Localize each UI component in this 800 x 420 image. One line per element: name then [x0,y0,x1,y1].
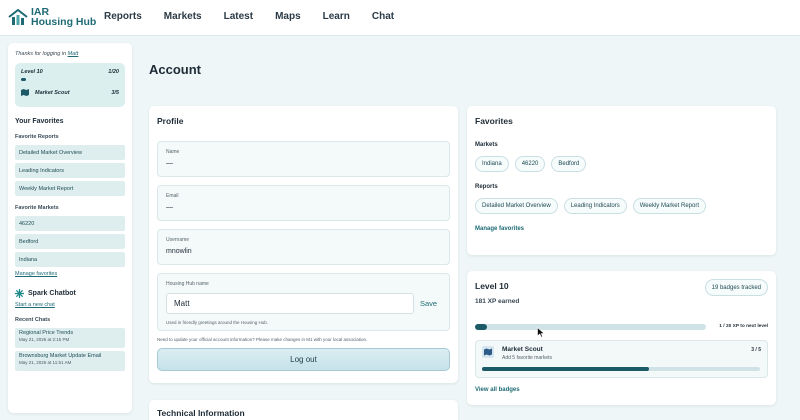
scout-label: Market Scout [35,89,70,96]
level-row: Level 10 1/20 [21,69,119,75]
favorite-markets-heading: Favorite Markets [15,205,59,211]
housing-hub-name-input[interactable]: Matt [166,293,414,314]
nav-chat[interactable]: Chat [372,11,394,22]
level-progress-fill [21,78,26,81]
favorites-heading: Your Favorites [15,118,64,125]
badge-progress-bar [482,367,760,371]
new-chat-link[interactable]: Start a new chat [15,302,125,308]
email-field: Email — [157,185,450,221]
brand-name: IAR Housing Hub [31,7,97,28]
recent-chats-heading: Recent Chats [15,317,51,323]
xp-earned: 181 XP earned [475,298,520,305]
map-icon [482,346,494,358]
fav-report-item[interactable]: Leading Indicators [15,163,125,178]
view-all-badges-link[interactable]: View all badges [475,387,520,393]
username-value: mnowlin [166,248,192,255]
badge-progress-fill [482,367,649,371]
house-logo-icon [8,8,28,25]
spark-chatbot-label: Spark Chatbot [28,290,76,297]
market-pill[interactable]: 46220 [514,156,546,172]
fav-market-item[interactable]: 46220 [15,216,125,231]
fav-market-item[interactable]: Bedford [15,234,125,249]
page-title: Account [149,62,201,77]
badge-count: 3 / 5 [751,347,761,353]
brand-logo[interactable]: IAR Housing Hub [8,7,96,27]
scout-row: Market Scout 3/5 [21,89,119,96]
housing-hub-name-label: Housing Hub name [166,281,209,287]
mouse-cursor-icon [537,327,545,338]
spark-chatbot-heading: Spark Chatbot [15,289,125,298]
recent-chat-item[interactable]: Brownsburg Market Update Email May 21, 2… [15,351,125,371]
favorites-reports-heading: Reports [475,184,498,190]
thanks-prefix: Thanks for logging in [15,51,67,57]
badge-title: Market Scout [502,346,543,353]
report-pill[interactable]: Detailed Market Overview [475,198,558,214]
favorites-markets-heading: Markets [475,142,498,148]
report-pill[interactable]: Leading Indicators [563,198,627,214]
badges-tracked-button[interactable]: 19 badges tracked [704,279,768,296]
recent-chat-item[interactable]: Regional Price Trends May 21, 2026 at 2:… [15,328,125,348]
update-info-note: Need to update your official account inf… [157,337,368,342]
nav-reports[interactable]: Reports [104,11,142,22]
level-label: Level 10 [21,69,43,75]
xp-progress-bar [475,324,706,330]
username-field: Username mnowlin [157,229,450,265]
thanks-message: Thanks for logging in Matt [15,51,125,57]
xp-to-next-level: 1 / 20 XP to next level [719,324,768,329]
name-label: Name [166,149,180,155]
sidebar: Thanks for logging in Matt Level 10 1/20… [8,43,132,413]
nav-markets[interactable]: Markets [164,11,202,22]
favorite-markets-pills: Indiana 46220 Bedford [475,156,768,172]
save-button[interactable]: Save [420,299,437,308]
xp-progress-fill [475,324,487,330]
name-field: Name — [157,141,450,177]
map-icon [21,89,29,96]
manage-favorites-link[interactable]: Manage favorites [15,271,125,277]
recent-chat-title: Brownsburg Market Update Email [19,353,102,359]
nav-links: Reports Markets Latest Maps Learn Chat [104,11,416,22]
fav-market-item[interactable]: Indiana [15,252,125,267]
nav-latest[interactable]: Latest [224,11,253,22]
brand-line2: Housing Hub [31,16,97,28]
fav-report-item[interactable]: Detailed Market Overview [15,145,125,160]
manage-favorites-link[interactable]: Manage favorites [475,226,768,232]
nav-maps[interactable]: Maps [275,11,301,22]
housing-hub-name-field: Housing Hub name Matt Save Used in frien… [157,273,450,331]
logout-button[interactable]: Log out [157,348,450,371]
favorite-reports-pills: Detailed Market Overview Leading Indicat… [475,198,768,214]
report-pill[interactable]: Weekly Market Report [632,198,706,214]
spark-icon [15,289,24,298]
technical-information-heading: Technical Information [157,408,245,418]
technical-information-card: Technical Information [149,400,458,420]
fav-report-item[interactable]: Weekly Market Report [15,181,125,196]
favorites-card: Favorites Markets Indiana 46220 Bedford … [467,106,776,255]
profile-card: Profile Name — Email — Username mnowlin … [149,106,458,383]
email-value: — [166,204,173,211]
top-nav: IAR Housing Hub Reports Markets Latest M… [0,0,800,36]
market-pill[interactable]: Indiana [475,156,509,172]
market-pill[interactable]: Bedford [551,156,587,172]
level-progress-bar [21,78,119,81]
badge-market-scout[interactable]: Market Scout Add 5 favorite markets 3 / … [475,340,768,378]
level-summary[interactable]: Level 10 1/20 Market Scout 3/5 [15,63,125,107]
housing-hub-name-row: Matt Save [166,293,441,314]
recent-chat-title: Regional Price Trends [19,330,74,336]
favorites-card-heading: Favorites [475,116,513,126]
recent-chat-date: May 21, 2026 at 11:51 AM [19,360,72,365]
user-link[interactable]: Matt [68,51,79,57]
favorite-reports-heading: Favorite Reports [15,134,59,140]
name-value: — [166,160,173,167]
profile-heading: Profile [157,116,184,126]
level-count: 1/20 [108,69,119,75]
username-label: Username [166,237,190,243]
level-card: Level 10 181 XP earned 19 badges tracked… [467,271,776,405]
badge-description: Add 5 favorite markets [502,355,553,361]
email-label: Email [166,193,179,199]
housing-hub-name-note: Used in friendly greetings around the Ho… [166,320,269,325]
scout-count: 3/5 [111,89,119,96]
recent-chat-date: May 21, 2026 at 2:15 PM [19,337,70,342]
nav-learn[interactable]: Learn [323,11,350,22]
